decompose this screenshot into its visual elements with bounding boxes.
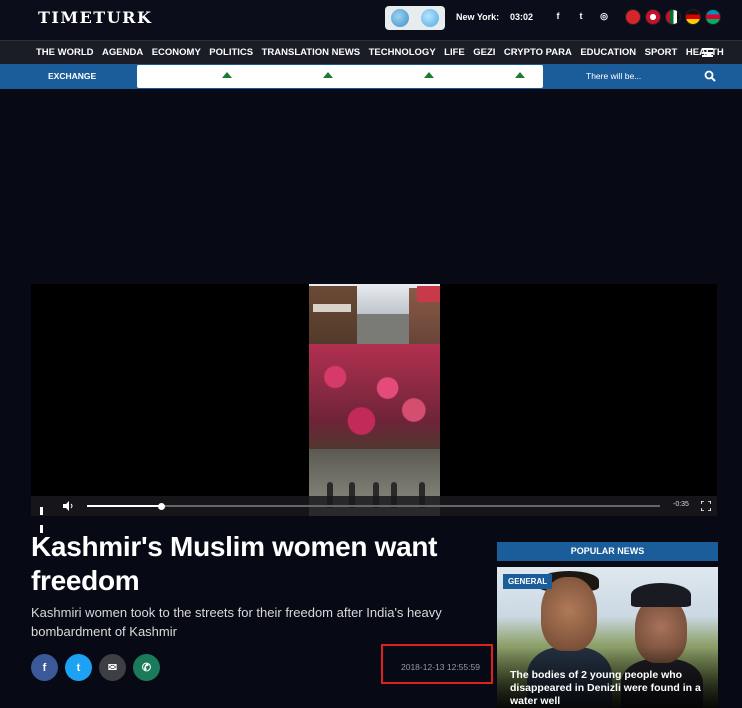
up-arrow-icon bbox=[424, 72, 434, 78]
progress-handle[interactable] bbox=[157, 502, 165, 510]
highlight-box bbox=[381, 644, 493, 684]
email-share-button[interactable]: ✉ bbox=[99, 654, 126, 681]
share-buttons: f t ✉ ✆ bbox=[31, 654, 160, 681]
flag-uae-icon[interactable] bbox=[665, 9, 681, 25]
exchange-bar: EXCHANGE There will be... bbox=[0, 64, 742, 89]
twitter-share-button[interactable]: t bbox=[65, 654, 92, 681]
search-icon[interactable] bbox=[704, 70, 716, 82]
instagram-icon[interactable]: ◎ bbox=[598, 11, 610, 22]
flag-turkey-icon[interactable] bbox=[625, 9, 641, 25]
top-header: TIMETURK New York: 03:02 f t ◎ bbox=[0, 0, 742, 40]
nav-item-education[interactable]: EDUCATION bbox=[580, 47, 636, 58]
up-arrow-icon bbox=[515, 72, 525, 78]
weather-icon-secondary bbox=[421, 9, 439, 27]
up-arrow-icon bbox=[222, 72, 232, 78]
popular-news-label: POPULAR NEWS bbox=[570, 546, 645, 556]
article-headline: Kashmir's Muslim women want freedom bbox=[31, 531, 438, 596]
city-time: 03:02 bbox=[510, 12, 534, 22]
weather-icon bbox=[391, 9, 409, 27]
popular-news-card[interactable]: GENERAL The bodies of 2 young people who… bbox=[497, 567, 718, 708]
language-flags bbox=[625, 9, 721, 25]
video-player[interactable]: -0:35 bbox=[31, 284, 717, 533]
nav-item-technology[interactable]: TECHNOLOGY bbox=[369, 47, 436, 58]
flag-uk-icon[interactable] bbox=[645, 9, 661, 25]
main-nav: THE WORLD AGENDA ECONOMY POLITICS TRANSL… bbox=[0, 40, 742, 64]
site-logo[interactable]: TIMETURK bbox=[38, 8, 152, 27]
nav-item-gezi[interactable]: GEZI bbox=[473, 47, 495, 58]
volume-icon[interactable] bbox=[63, 501, 75, 511]
nav-item-politics[interactable]: POLITICS bbox=[209, 47, 253, 58]
news-card-title[interactable]: The bodies of 2 young people who disappe… bbox=[510, 669, 710, 708]
nav-item-life[interactable]: LIFE bbox=[444, 47, 465, 58]
pause-icon[interactable] bbox=[40, 502, 47, 533]
whatsapp-share-button[interactable]: ✆ bbox=[133, 654, 160, 681]
fullscreen-icon[interactable] bbox=[701, 501, 711, 511]
facebook-share-button[interactable]: f bbox=[31, 654, 58, 681]
nav-item-translation-news[interactable]: TRANSLATION NEWS bbox=[262, 47, 361, 58]
twitter-icon[interactable]: t bbox=[575, 11, 587, 22]
city-label: New York: bbox=[456, 12, 500, 22]
nav-item-the-world[interactable]: THE WORLD bbox=[36, 47, 94, 58]
article-summary: Kashmiri women took to the streets for t… bbox=[31, 605, 442, 639]
menu-icon[interactable] bbox=[702, 48, 713, 57]
nav-item-sport[interactable]: SPORT bbox=[645, 47, 678, 58]
category-badge[interactable]: GENERAL bbox=[503, 574, 553, 589]
nav-item-crypto-para[interactable]: CRYPTO PARA bbox=[504, 47, 572, 58]
video-controls: -0:35 bbox=[31, 496, 717, 533]
video-progress-bar[interactable] bbox=[87, 502, 660, 510]
exchange-ticker[interactable] bbox=[137, 65, 543, 88]
nav-item-economy[interactable]: ECONOMY bbox=[152, 47, 201, 58]
time-remaining: -0:35 bbox=[673, 501, 689, 508]
flag-germany-icon[interactable] bbox=[685, 9, 701, 25]
up-arrow-icon bbox=[323, 72, 333, 78]
search-input[interactable]: There will be... bbox=[586, 71, 641, 81]
social-links: f t ◎ bbox=[552, 11, 610, 22]
facebook-icon[interactable]: f bbox=[552, 11, 564, 22]
weather-widget[interactable] bbox=[385, 6, 445, 30]
video-frame bbox=[309, 284, 440, 516]
flag-azerbaijan-icon[interactable] bbox=[705, 9, 721, 25]
popular-news-header: POPULAR NEWS bbox=[497, 542, 718, 561]
exchange-label[interactable]: EXCHANGE bbox=[48, 71, 96, 81]
nav-item-agenda[interactable]: AGENDA bbox=[102, 47, 143, 58]
